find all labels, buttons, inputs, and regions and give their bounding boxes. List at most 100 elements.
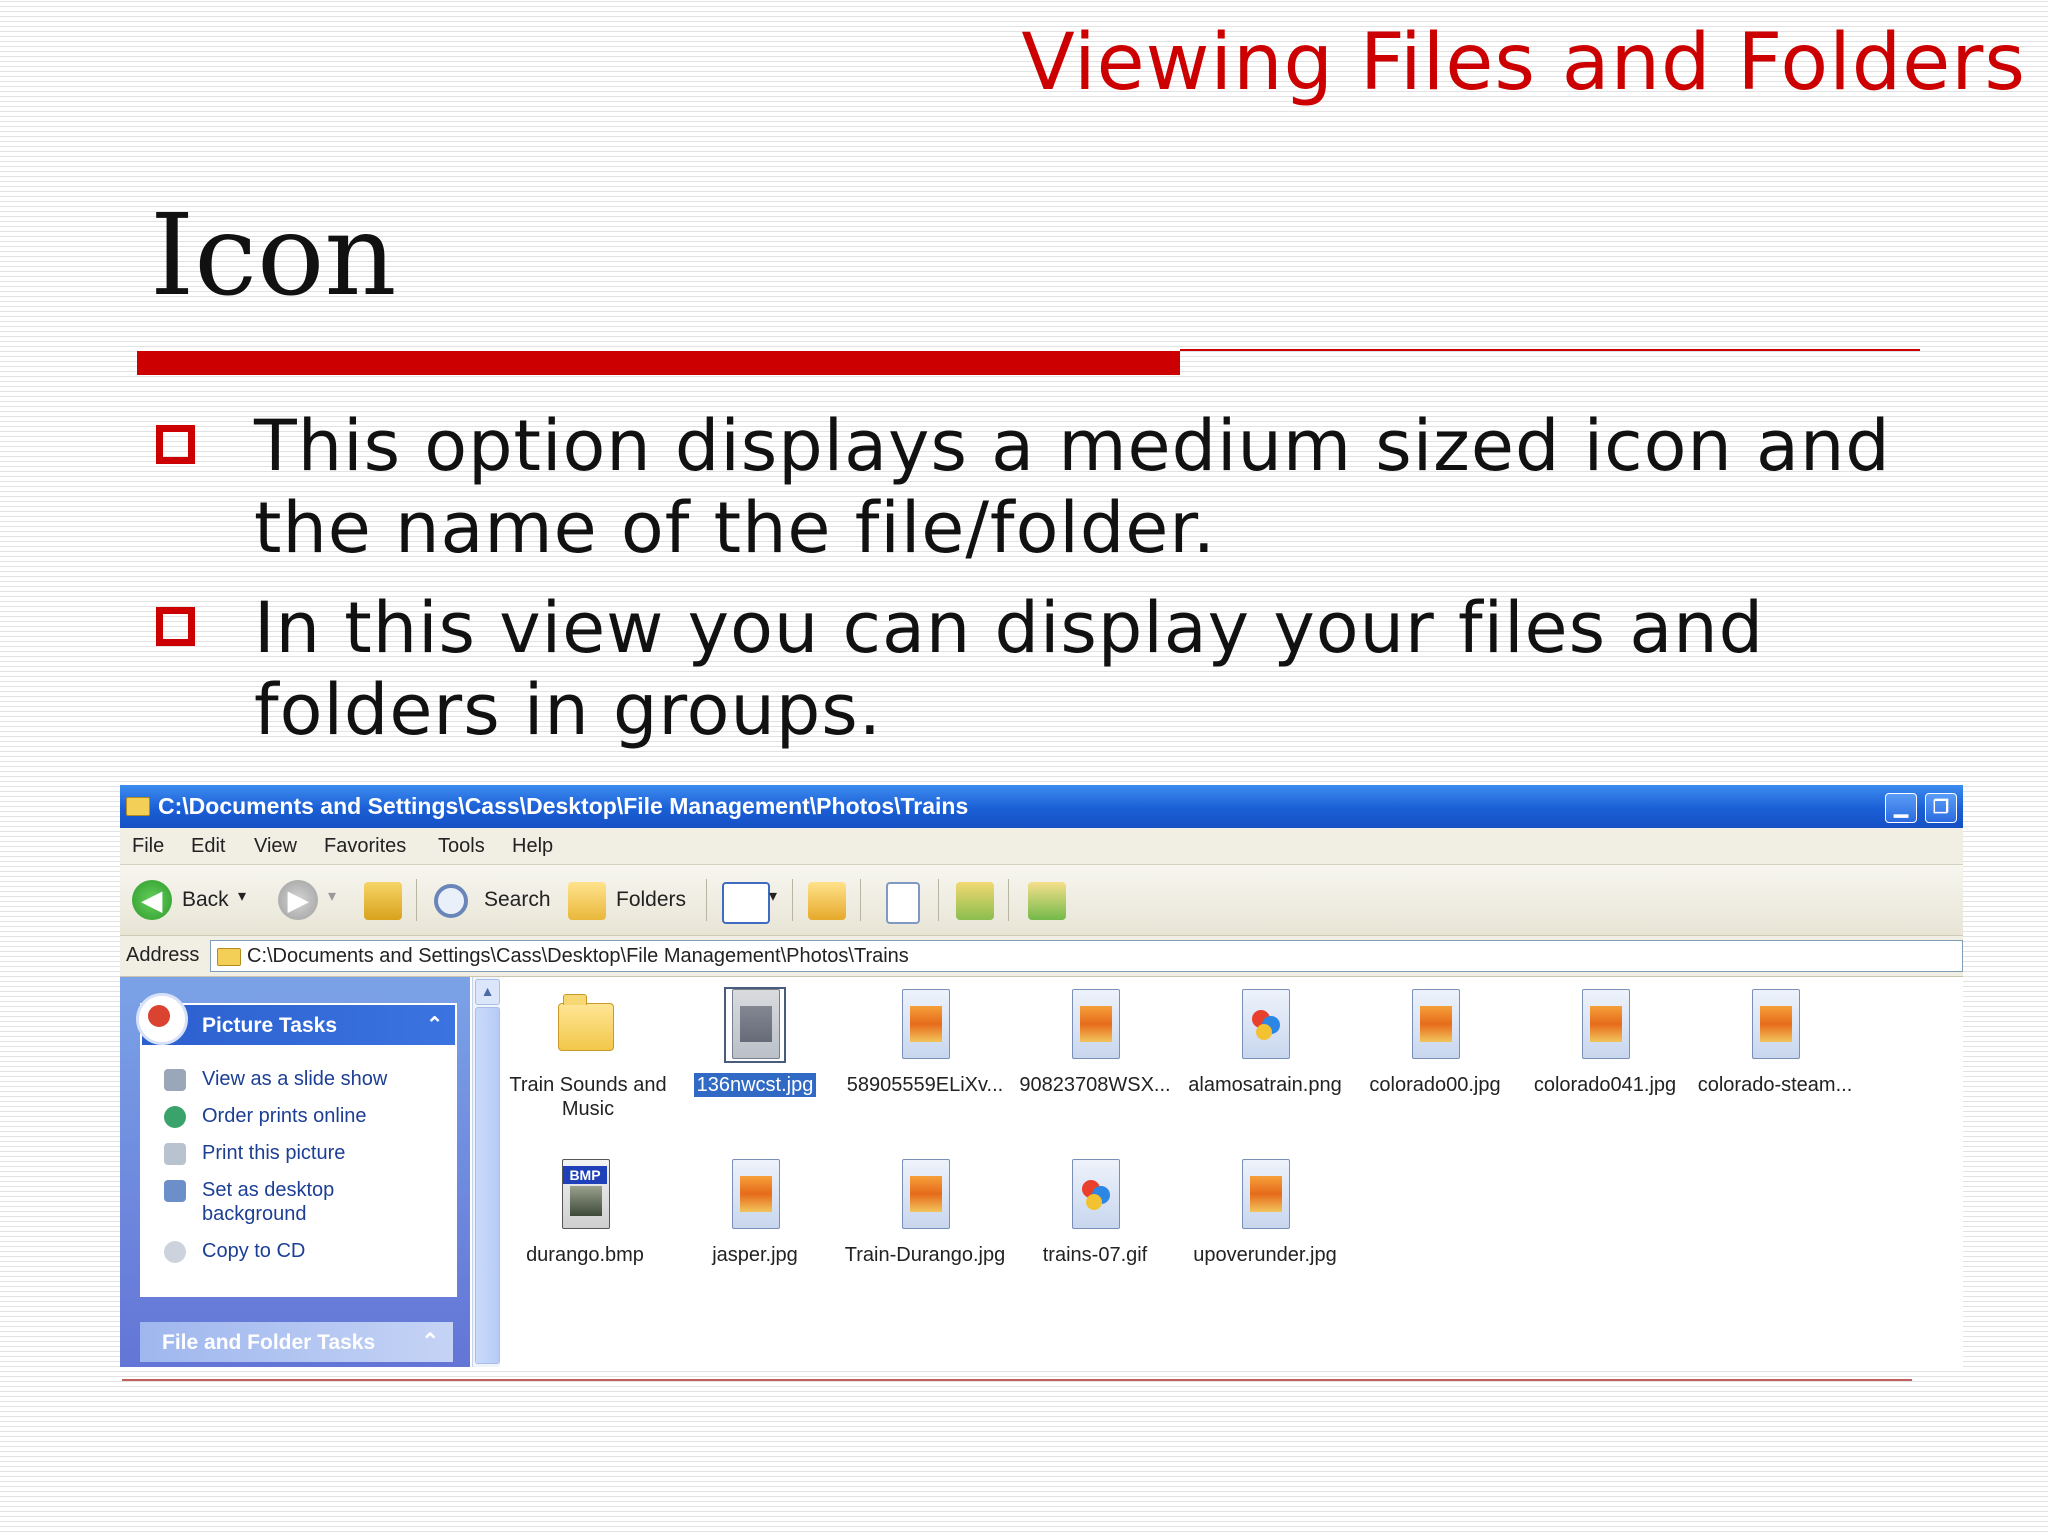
forward-arrow-icon[interactable]: ▶ (278, 880, 318, 920)
slide-title: Viewing Files and Folders (1021, 18, 2026, 108)
jpg-file-icon (1236, 1159, 1294, 1231)
menu-file[interactable]: File (132, 835, 164, 858)
back-dropdown-icon[interactable]: ▾ (238, 886, 246, 906)
up-folder-icon[interactable] (364, 882, 402, 920)
file-item[interactable]: 136nwcst.jpg (670, 987, 840, 1097)
address-label: Address (126, 944, 200, 966)
minimize-button[interactable]: ▁ (1885, 793, 1917, 823)
bullet-item: In this view you can display your files … (152, 587, 1912, 751)
search-button-label[interactable]: Search (484, 888, 551, 912)
file-folder-tasks-header[interactable]: File and Folder Tasks ⌃ (140, 1322, 453, 1362)
bullet-text: This option displays a medium sized icon… (254, 405, 1891, 569)
menu-edit[interactable]: Edit (191, 835, 225, 858)
order-prints-icon (164, 1106, 186, 1128)
bullet-item: This option displays a medium sized icon… (152, 405, 1912, 569)
file-name: trains-07.gif (1042, 1244, 1148, 1266)
scroll-thumb[interactable] (475, 1007, 500, 1364)
copy-to-icon[interactable] (1028, 882, 1066, 920)
file-item[interactable]: alamosatrain.png (1180, 989, 1350, 1097)
properties-icon[interactable] (886, 882, 920, 924)
forward-dropdown-icon[interactable]: ▾ (328, 886, 336, 906)
explorer-window: C:\Documents and Settings\Cass\Desktop\F… (120, 785, 1963, 1367)
folders-button-label[interactable]: Folders (616, 888, 686, 912)
file-name: Train Sounds and Music (509, 1074, 667, 1120)
slideshow-icon (164, 1069, 186, 1091)
menu-tools[interactable]: Tools (438, 835, 485, 858)
picture-tasks-title: Picture Tasks (202, 1014, 338, 1037)
menu-help[interactable]: Help (512, 835, 553, 858)
file-name: colorado-steam... (1697, 1074, 1853, 1096)
views-icon[interactable] (722, 882, 770, 924)
file-item[interactable]: Train Sounds and Music (500, 989, 670, 1121)
task-label[interactable]: View as a slide show (202, 1067, 387, 1091)
heading-rule-thin (1180, 349, 1920, 351)
jpg-file-icon (896, 1159, 954, 1231)
task-label[interactable]: Print this picture (202, 1141, 345, 1165)
folder-options-icon[interactable] (808, 882, 846, 920)
jpg-file-icon (1576, 989, 1634, 1061)
window-title: C:\Documents and Settings\Cass\Desktop\F… (158, 793, 969, 819)
toolbar-separator (938, 879, 939, 921)
move-to-icon[interactable] (956, 882, 994, 920)
task-label[interactable]: Order prints online (202, 1104, 367, 1128)
task-label[interactable]: Set as desktop background (202, 1178, 352, 1226)
file-item[interactable]: colorado041.jpg (1520, 989, 1690, 1097)
bullet-text: In this view you can display your files … (254, 587, 1765, 751)
picture-tasks-panel: Picture Tasks ⌃ View as a slide show Ord… (136, 993, 457, 1297)
file-name: 136nwcst.jpg (693, 1073, 817, 1097)
square-bullet-icon (156, 607, 195, 646)
file-name: durango.bmp (526, 1244, 644, 1266)
restore-button[interactable]: ❐ (1925, 793, 1957, 823)
window-titlebar[interactable]: C:\Documents and Settings\Cass\Desktop\F… (120, 785, 1963, 828)
toolbar-separator (416, 879, 417, 921)
picture-tasks-icon (136, 993, 188, 1045)
address-field[interactable]: C:\Documents and Settings\Cass\Desktop\F… (210, 940, 1963, 972)
file-name: alamosatrain.png (1188, 1074, 1342, 1096)
square-bullet-icon (156, 425, 195, 464)
folder-icon (126, 797, 150, 816)
cd-icon (164, 1241, 186, 1263)
file-item[interactable]: jasper.jpg (670, 1159, 840, 1267)
file-item[interactable]: colorado-steam... (1690, 989, 1860, 1097)
jpg-file-icon (1066, 989, 1124, 1061)
task-pane: Picture Tasks ⌃ View as a slide show Ord… (120, 977, 470, 1367)
file-name: 90823708WSX... (1019, 1074, 1171, 1096)
search-icon[interactable] (434, 884, 468, 918)
collapse-chevron-icon[interactable]: ⌃ (426, 1012, 443, 1037)
back-button-label[interactable]: Back (182, 888, 229, 912)
file-item[interactable]: 58905559ELiXv... (840, 989, 1010, 1097)
file-item[interactable]: Train-Durango.jpg (840, 1159, 1010, 1267)
folders-icon[interactable] (568, 882, 606, 920)
scroll-up-icon[interactable]: ▲ (475, 979, 500, 1005)
back-arrow-icon[interactable]: ◀ (132, 880, 172, 920)
file-folder-tasks-title: File and Folder Tasks (162, 1331, 376, 1354)
file-item[interactable]: 90823708WSX... (1010, 989, 1180, 1097)
file-item[interactable]: BMP durango.bmp (500, 1159, 670, 1267)
jpg-file-icon (726, 1159, 784, 1231)
jpg-file-icon (896, 989, 954, 1061)
menu-bar: File Edit View Favorites Tools Help (120, 828, 1963, 865)
file-name: colorado00.jpg (1369, 1074, 1501, 1096)
file-name: Train-Durango.jpg (844, 1244, 1006, 1266)
task-label[interactable]: Copy to CD (202, 1239, 305, 1263)
collapse-chevron-icon[interactable]: ⌃ (421, 1329, 439, 1354)
views-dropdown-icon[interactable]: ▾ (769, 886, 777, 906)
file-name: jasper.jpg (712, 1244, 798, 1266)
address-value: C:\Documents and Settings\Cass\Desktop\F… (247, 945, 909, 967)
file-item[interactable]: colorado00.jpg (1350, 989, 1520, 1097)
file-view: Train Sounds and Music 136nwcst.jpg 5890… (500, 977, 1963, 1367)
png-file-icon (1236, 989, 1294, 1061)
file-item[interactable]: trains-07.gif (1010, 1159, 1180, 1267)
menu-favorites[interactable]: Favorites (324, 835, 406, 858)
menu-view[interactable]: View (254, 835, 297, 858)
vertical-scrollbar[interactable]: ▲ (472, 977, 501, 1367)
picture-tasks-header[interactable]: Picture Tasks ⌃ (136, 993, 455, 1045)
folder-icon (556, 989, 614, 1061)
bmp-file-icon: BMP (556, 1159, 614, 1231)
file-item[interactable]: upoverunder.jpg (1180, 1159, 1350, 1267)
jpg-file-icon (1746, 989, 1804, 1061)
bmp-badge: BMP (563, 1166, 607, 1184)
file-name: 58905559ELiXv... (846, 1074, 1004, 1096)
heading-rule-thick (137, 351, 1180, 375)
jpg-file-icon (1406, 989, 1464, 1061)
